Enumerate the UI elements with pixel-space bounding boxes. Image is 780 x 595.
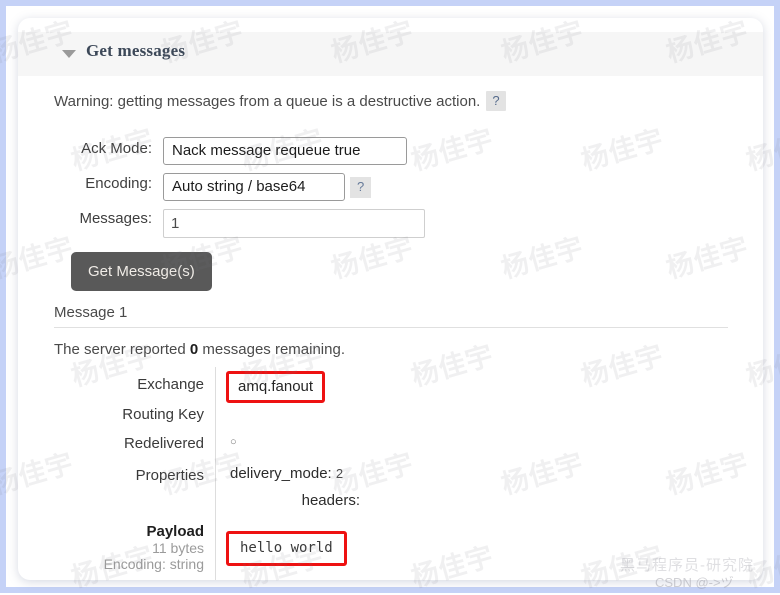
payload-value-highlight: hello world <box>226 531 347 566</box>
encoding-label: Encoding: <box>85 175 152 192</box>
exchange-value-highlight: amq.fanout <box>226 371 326 403</box>
exchange-label: Exchange <box>137 376 204 393</box>
messages-input[interactable] <box>163 209 425 238</box>
message-heading: Message 1 <box>54 304 128 321</box>
section-title: Get messages <box>86 41 186 60</box>
delivery-mode-key: delivery_mode: <box>230 465 332 482</box>
headers-key: headers: <box>301 492 360 509</box>
payload-encoding: Encoding: string <box>103 556 204 572</box>
server-report-count: 0 <box>189 341 199 358</box>
page-frame: Get messages Warning: getting messages f… <box>0 0 780 593</box>
ack-mode-value: Nack message requeue true <box>172 142 361 159</box>
warning-help-button[interactable]: ? <box>486 91 506 111</box>
warning-line: Warning: getting messages from a queue i… <box>54 91 506 111</box>
get-messages-card: Get messages Warning: getting messages f… <box>18 18 763 580</box>
encoding-select[interactable]: Auto string / base64 <box>163 173 345 201</box>
delivery-mode-row: delivery_mode: 2 <box>230 465 343 482</box>
message-divider <box>54 327 728 328</box>
properties-label: Properties <box>135 467 204 484</box>
delivery-mode-value: 2 <box>335 466 344 481</box>
payload-bytes: 11 bytes <box>152 540 204 556</box>
ack-mode-label: Ack Mode: <box>81 140 152 157</box>
redelivered-value: ○ <box>230 436 237 448</box>
warning-text: Warning: getting messages from a queue i… <box>54 93 481 110</box>
server-report-prefix: The server reported <box>54 341 190 358</box>
section-header[interactable]: Get messages <box>18 32 763 76</box>
server-report-suffix: messages remaining. <box>198 341 345 358</box>
payload-label: Payload <box>146 523 204 540</box>
redelivered-label: Redelivered <box>123 435 204 452</box>
ack-mode-select[interactable]: Nack message requeue true <box>163 137 407 165</box>
get-messages-button[interactable]: Get Message(s) <box>71 252 212 291</box>
encoding-value: Auto string / base64 <box>172 178 306 195</box>
caret-down-icon[interactable] <box>62 50 76 58</box>
routing-key-label: Routing Key <box>122 406 204 423</box>
watermark-brand-csdn: CSDN @->ヅ <box>655 575 734 590</box>
server-report-line: The server reported 0 messages remaining… <box>54 341 345 358</box>
detail-column-divider <box>215 367 216 580</box>
payload-label-block: Payload 11 bytes Encoding: string <box>54 523 204 573</box>
messages-label: Messages: <box>79 210 152 227</box>
encoding-help-button[interactable]: ? <box>350 177 372 198</box>
